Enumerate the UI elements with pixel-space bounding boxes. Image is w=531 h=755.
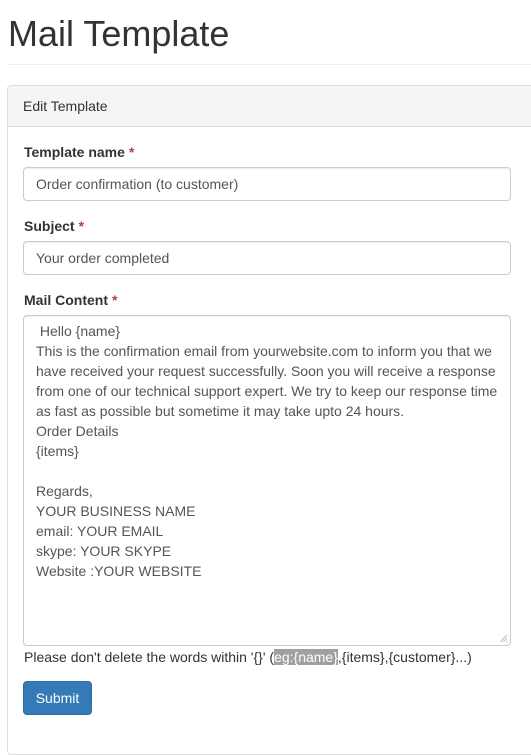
subject-input[interactable] <box>23 241 511 275</box>
resize-handle-icon[interactable] <box>498 633 508 643</box>
template-name-label: Template name * <box>24 144 134 161</box>
help-text-prefix: Please don't delete the words within '{}… <box>24 649 275 665</box>
template-name-input[interactable] <box>23 167 511 201</box>
mail-content-label-text: Mail Content <box>24 292 108 308</box>
submit-button[interactable]: Submit <box>23 681 92 715</box>
placeholder-help-text: Please don't delete the words within '{}… <box>24 648 472 666</box>
required-mark: * <box>128 144 135 160</box>
subject-label: Subject * <box>24 218 84 235</box>
panel-heading: Edit Template <box>8 86 531 127</box>
required-mark: * <box>112 292 118 308</box>
title-divider <box>8 64 531 65</box>
template-name-label-text: Template name <box>24 144 125 160</box>
mail-content-textarea[interactable]: Hello {name} This is the confirmation em… <box>23 315 511 646</box>
required-mark: * <box>78 218 85 234</box>
help-text-suffix: ,{items},{customer}...) <box>337 649 472 665</box>
page-title: Mail Template <box>8 13 230 54</box>
mail-content-label: Mail Content * <box>24 292 117 309</box>
help-text-highlight: eg:{name} <box>274 649 338 665</box>
subject-label-text: Subject <box>24 218 75 234</box>
